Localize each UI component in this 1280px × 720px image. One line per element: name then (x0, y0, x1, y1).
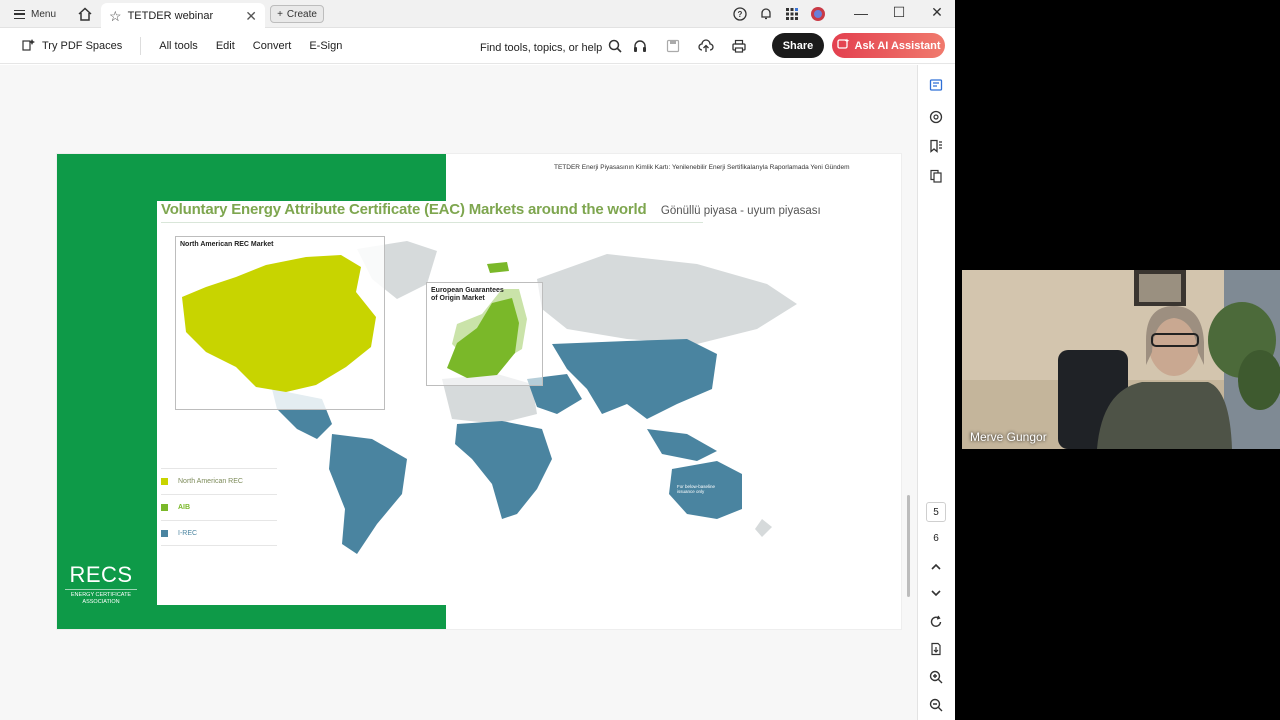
minimize-icon[interactable]: — (853, 5, 869, 21)
next-page-number[interactable]: 6 (926, 533, 946, 544)
north-american-inset-label: North American REC Market (180, 241, 274, 248)
european-inset-label-line2: of Origin Market (431, 295, 485, 303)
close-window-icon[interactable]: ✕ (929, 4, 945, 21)
recs-logo: RECS ENERGY CERTIFICATE ASSOCIATION (57, 542, 145, 629)
search-icon (608, 39, 622, 56)
australia-note: For below-baseline issuance only (677, 484, 716, 495)
close-tab-icon[interactable]: ✕ (245, 9, 257, 23)
menu-label: Menu (31, 8, 57, 20)
tab-tetder-webinar[interactable]: ☆ TETDER webinar ✕ (101, 3, 265, 28)
european-inset: European Guarantees of Origin Market (426, 282, 543, 386)
print-icon[interactable] (731, 38, 747, 59)
recs-subtitle-line2: ASSOCIATION (82, 599, 120, 606)
legend-swatch-irec (161, 529, 168, 537)
map-asia (552, 339, 717, 419)
map-iceland (487, 262, 509, 273)
legend-item: North American REC (161, 468, 277, 494)
participant-name-label: Merve Gungor (970, 430, 1047, 444)
zoom-out-icon[interactable] (928, 697, 944, 713)
slide-title: Voluntary Energy Attribute Certificate (… (161, 201, 821, 223)
help-icon[interactable]: ? (732, 6, 748, 22)
pages-thumbnails-icon[interactable] (928, 168, 944, 184)
slide-title-main: Voluntary Energy Attribute Certificate (… (161, 201, 647, 218)
slide-subtitle: Gönüllü piyasa - uyum piyasası (660, 205, 821, 217)
current-page-number[interactable]: 5 (926, 502, 946, 522)
legend-label: I-REC (178, 529, 198, 537)
spaces-icon (22, 38, 36, 55)
try-pdf-spaces-label: Try PDF Spaces (42, 40, 123, 52)
svg-text:?: ? (738, 10, 743, 19)
next-page-chevron-down-icon[interactable] (928, 585, 944, 601)
map-legend: North American REC AIB I-REC (161, 468, 277, 546)
notifications-bell-icon[interactable] (758, 6, 774, 22)
participant-video-feed (962, 270, 1280, 449)
slide-header-text: TETDER Enerji Piyasasının Kimlik Kartı: … (554, 164, 850, 171)
zoom-in-icon[interactable] (928, 669, 944, 685)
previous-page-chevron-up-icon[interactable] (928, 559, 944, 575)
upload-cloud-icon[interactable] (698, 38, 714, 59)
comments-panel-icon[interactable] (928, 77, 944, 93)
map-new-zealand (755, 519, 772, 537)
apps-grid-icon[interactable] (784, 6, 800, 22)
vertical-scrollbar[interactable] (907, 495, 910, 597)
save-icon[interactable] (665, 38, 681, 59)
menu-e-sign[interactable]: E-Sign (309, 40, 342, 52)
account-avatar-icon[interactable] (810, 6, 826, 22)
ai-summary-icon[interactable] (928, 109, 944, 125)
find-tools-search[interactable]: Find tools, topics, or help (480, 39, 622, 56)
hamburger-icon (14, 9, 25, 19)
plus-icon: + (277, 8, 283, 20)
map-se-asia (647, 429, 717, 461)
create-label: Create (286, 8, 317, 20)
try-pdf-spaces-button[interactable]: Try PDF Spaces (22, 37, 142, 55)
ask-ai-assistant-button[interactable]: Ask AI Assistant (832, 33, 945, 58)
legend-label: North American REC (178, 478, 243, 485)
create-button[interactable]: + Create (270, 5, 324, 23)
recs-subtitle-line1: ENERGY CERTIFICATE (70, 592, 132, 598)
bookmarks-icon[interactable] (928, 138, 944, 154)
share-button[interactable]: Share (772, 33, 824, 58)
home-icon[interactable] (77, 6, 93, 22)
read-aloud-headphones-icon[interactable] (632, 38, 648, 59)
maximize-icon[interactable]: ☐ (891, 4, 907, 21)
north-american-inset: North American REC Market (175, 236, 385, 410)
menu-all-tools[interactable]: All tools (159, 40, 198, 52)
menu-button[interactable]: Menu (14, 6, 56, 22)
north-america-map (182, 255, 376, 392)
pdf-viewer-window: Menu ☆ TETDER webinar ✕ + Create ? — ☐ ✕… (0, 0, 955, 720)
tab-bar: Menu ☆ TETDER webinar ✕ + Create ? — ☐ ✕ (0, 0, 955, 28)
tab-title: TETDER webinar (127, 9, 214, 22)
european-inset-label-line1: European Guarantees (431, 287, 504, 294)
right-rail: 5 6 (917, 65, 955, 720)
star-icon[interactable]: ☆ (109, 9, 122, 23)
legend-item: AIB (161, 494, 277, 520)
participant-video-tile[interactable]: Merve Gungor (962, 270, 1280, 449)
find-placeholder: Find tools, topics, or help (480, 41, 603, 54)
pdf-page-slide: TETDER Enerji Piyasasının Kimlik Kartı: … (56, 153, 902, 630)
recs-logo-text: RECS (69, 562, 133, 587)
legend-swatch-aib (161, 504, 168, 511)
rotate-refresh-icon[interactable] (928, 614, 944, 630)
document-canvas[interactable]: TETDER Enerji Piyasasının Kimlik Kartı: … (0, 65, 917, 720)
legend-swatch-na-rec (161, 478, 168, 485)
page-extract-icon[interactable] (928, 641, 944, 657)
menu-convert[interactable]: Convert (253, 40, 292, 52)
ai-assistant-icon (836, 38, 850, 54)
map-africa (455, 421, 552, 519)
menu-edit[interactable]: Edit (216, 40, 235, 52)
toolbar: Try PDF Spaces All tools Edit Convert E-… (0, 28, 955, 64)
legend-label: AIB (178, 504, 191, 511)
map-south-america (329, 434, 407, 554)
ask-ai-assistant-label: Ask AI Assistant (854, 39, 941, 52)
map-russia (537, 254, 797, 344)
legend-item: I-REC (161, 520, 277, 546)
